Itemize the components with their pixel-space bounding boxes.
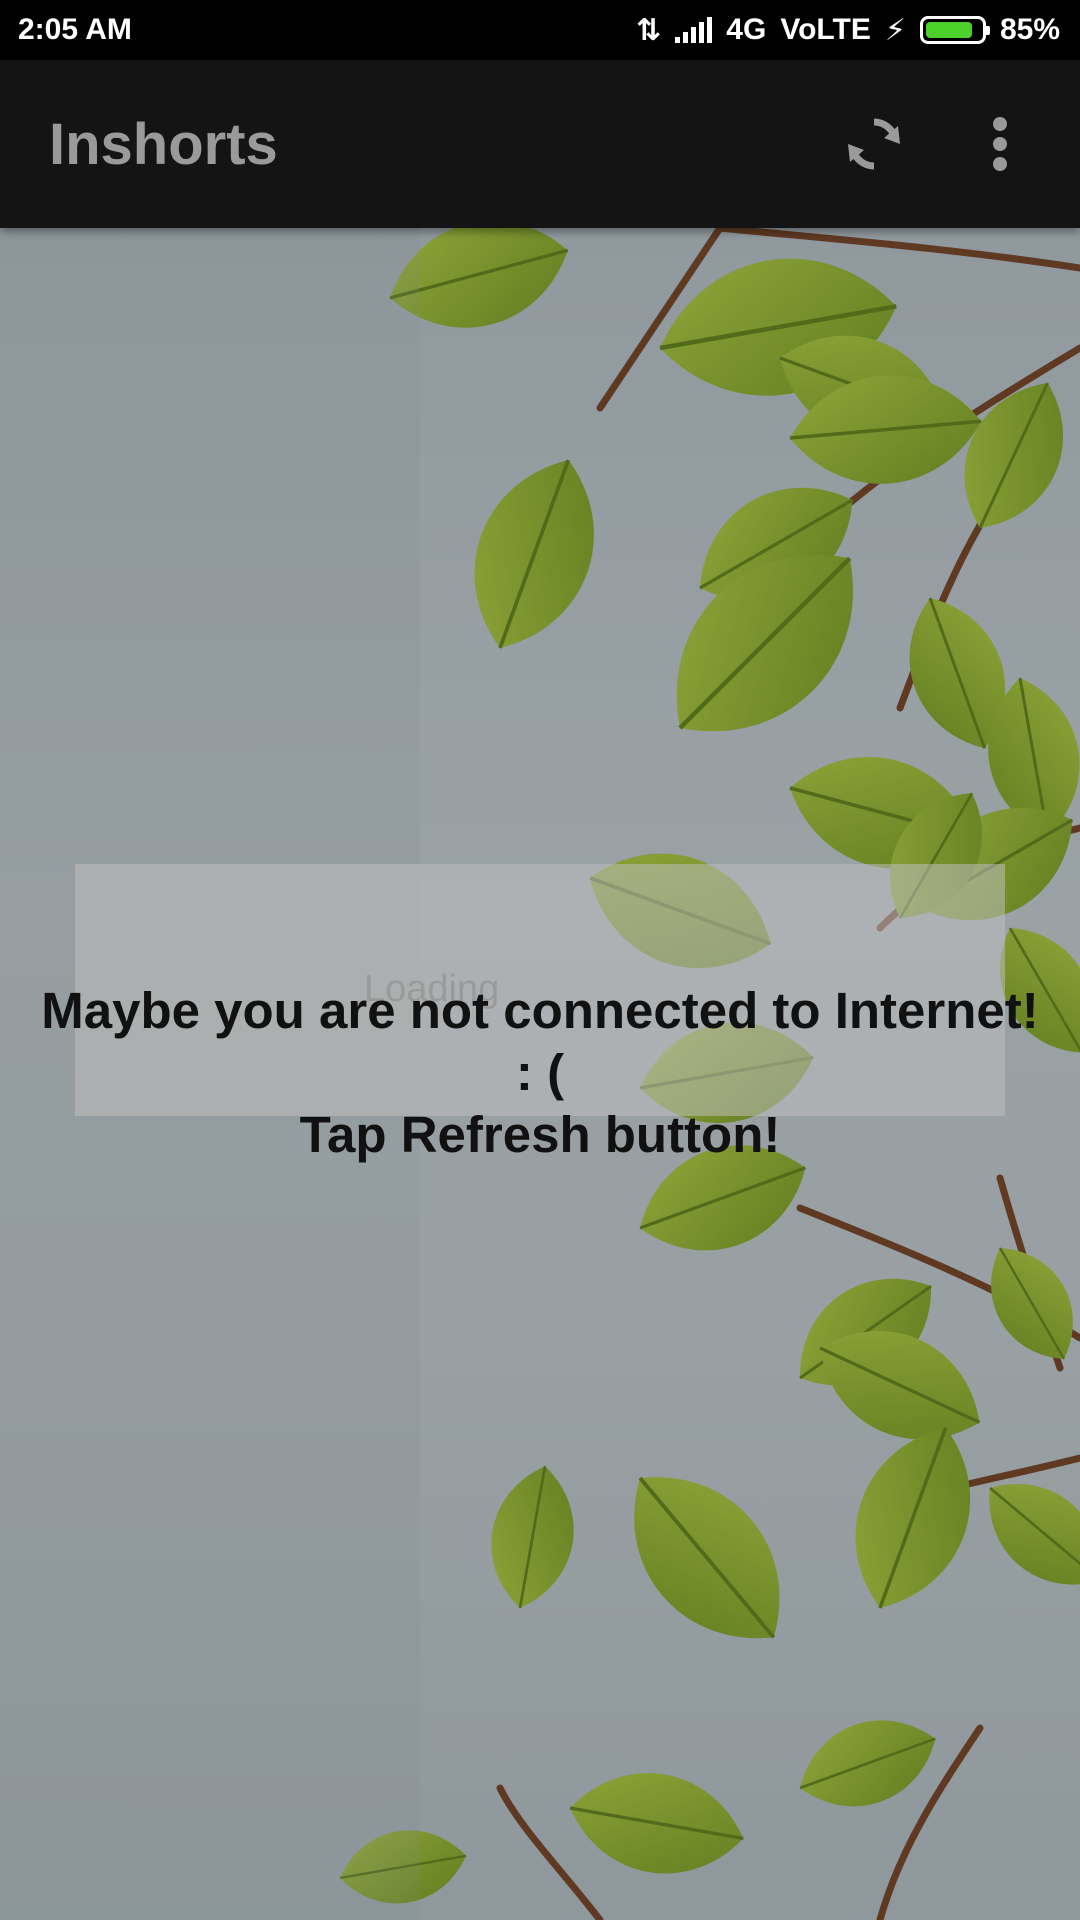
more-vert-icon <box>993 117 1007 171</box>
error-line-1: Maybe you are not connected to Internet! <box>41 982 1039 1039</box>
more-options-button[interactable] <box>950 94 1050 194</box>
refresh-button[interactable] <box>824 94 924 194</box>
status-icons: ⇅ 4G VoLTE ⚡ 85% <box>636 13 1060 48</box>
app-title: Inshorts <box>49 111 278 177</box>
app-bar: Inshorts <box>0 60 1080 228</box>
app-bar-actions <box>824 94 1050 194</box>
charging-icon: ⚡ <box>884 13 906 47</box>
error-line-2: : ( <box>515 1044 565 1101</box>
data-transfer-icon: ⇅ <box>636 13 662 47</box>
status-bar: 2:05 AM ⇅ 4G VoLTE ⚡ 85% <box>0 0 1080 60</box>
error-line-3: Tap Refresh button! <box>299 1106 781 1163</box>
volte-label: VoLTE <box>780 13 871 46</box>
battery-percent: 85% <box>999 13 1060 46</box>
network-type: 4G <box>726 13 767 46</box>
refresh-icon <box>848 118 900 170</box>
battery-level-fill <box>925 22 972 38</box>
status-time: 2:05 AM <box>18 13 132 46</box>
error-message: Maybe you are not connected to Internet!… <box>0 980 1080 1166</box>
content-area: Loading Maybe you are not connected to I… <box>0 228 1080 1920</box>
battery-icon <box>919 16 990 44</box>
signal-icon <box>675 17 713 43</box>
